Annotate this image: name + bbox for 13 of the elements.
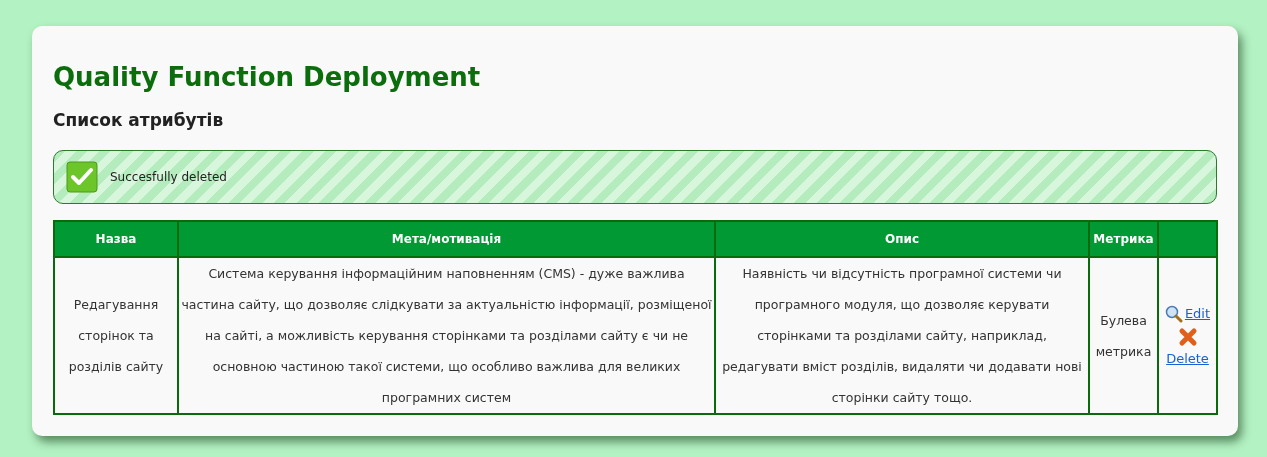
column-header: Мета/мотивація [178,221,715,257]
column-header: Метрика [1089,221,1158,257]
edit-link[interactable]: Edit [1164,304,1211,323]
table-cell: Наявність чи відсутність програмної системи чи програмного модуля, що дозволяє керувати сторінками та розділами сайту, наприклад, редагувати вміст розділів, видаляти чи додавати нові сторінки сайту тощо. [715,257,1089,414]
delete-link[interactable]: Delete [1166,350,1209,367]
table-cell: Булева метрика [1089,257,1158,414]
table-cell: Редагування сторінок та розділів сайту [54,257,178,414]
table-cell: Система керування інформаційним наповненням (CMS) - дуже важлива частина сайту, що дозволяє слідкувати за актуальністю інформації, розміщеної на сайті, а можливість керування сторінками та розділами сайту є чи не основною частиною такої системи, що особливо важлива для великих програмних систем [178,257,715,414]
column-header: Назва [54,221,178,257]
column-header: Опис [715,221,1089,257]
alert-message: Succesfully deleted [110,170,227,184]
page-title: Quality Function Deployment [53,62,482,92]
section-title: Список атрибутів [53,110,225,130]
